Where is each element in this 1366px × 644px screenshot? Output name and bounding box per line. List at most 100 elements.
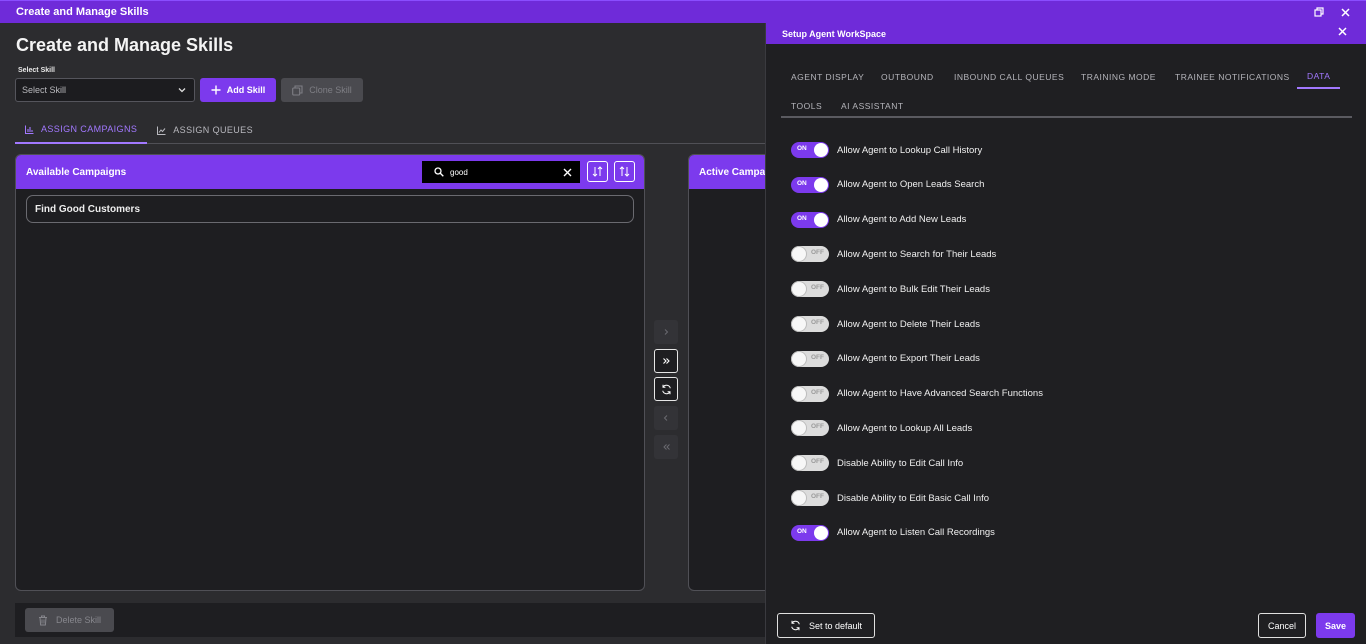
toggle-switch[interactable]: OFF [791,246,829,263]
window-titlebar: Create and Manage Skills [0,0,1366,23]
tab-label: ASSIGN CAMPAIGNS [41,124,138,134]
toggle-label: Allow Agent to Listen Call Recordings [837,527,995,539]
refresh-button[interactable] [654,377,678,401]
toggle-state-text: OFF [811,284,824,292]
cancel-button[interactable]: Cancel [1258,613,1306,638]
toggle-label: Allow Agent to Lookup All Leads [837,422,973,434]
delete-skill-label: Delete Skill [55,615,102,625]
refresh-icon [790,620,801,631]
add-skill-button[interactable]: Add Skill [200,78,276,102]
toggle-switch[interactable]: OFF [791,281,829,298]
move-right-button[interactable] [654,320,678,344]
toggle-switch[interactable]: ON [791,176,829,193]
toggle-row[interactable]: ON Allow Agent to Open Leads Search [791,176,985,193]
toggle-row[interactable]: OFF Allow Agent to Export Their Leads [791,350,980,367]
toggle-row[interactable]: ON Allow Agent to Listen Call Recordings [791,524,995,541]
select-skill-label: Select Skill [18,67,55,74]
toggle-row[interactable]: ON Allow Agent to Add New Leads [791,211,966,228]
panel-title: Available Campaigns [26,166,127,178]
search-value: good [450,167,468,177]
restore-icon[interactable] [1312,5,1326,19]
toggle-switch[interactable]: ON [791,211,829,228]
window-title: Create and Manage Skills [16,6,149,18]
toggle-switch[interactable]: OFF [791,316,829,332]
dialog-close-icon[interactable] [1338,27,1350,39]
set-to-default-label: Set to default [808,620,863,631]
save-button[interactable]: Save [1316,613,1355,638]
toggle-row[interactable]: OFF Disable Ability to Edit Call Info [791,455,964,472]
plus-icon [211,85,221,95]
setup-agent-workspace-dialog: Setup Agent WorkSpace AGENT DISPLAY OUTB… [765,23,1366,644]
toggle-state-text: OFF [811,249,824,257]
toggle-state-text: OFF [811,319,824,326]
toggle-row[interactable]: ON Allow Agent to Lookup Call History [791,142,982,158]
toggle-knob [814,212,828,227]
set-to-default-button[interactable]: Set to default [777,613,875,638]
clone-skill-button[interactable]: Clone Skill [281,78,363,102]
bar-chart-icon [25,125,34,134]
toggle-knob [792,282,806,297]
tab-agent-display[interactable]: AGENT DISPLAY [791,65,864,89]
move-all-right-button[interactable] [654,349,678,373]
toggle-switch[interactable]: OFF [791,420,829,437]
toggle-switch[interactable]: ON [791,142,829,158]
select-skill-dropdown[interactable]: Select Skill [15,78,195,102]
toggle-switch[interactable]: OFF [791,385,829,402]
tab-data[interactable]: DATA [1297,65,1341,89]
toggle-state-text: ON [797,214,807,222]
line-chart-icon [157,126,166,135]
dialog-tabs: AGENT DISPLAY OUTBOUND INBOUND CALL QUEU… [781,62,1352,118]
toggle-row[interactable]: OFF Allow Agent to Lookup All Leads [791,420,973,437]
tab-assign-queues[interactable]: ASSIGN QUEUES [147,116,263,144]
tab-outbound[interactable]: OUTBOUND [881,65,934,89]
toggle-knob [814,143,828,157]
page-title: Create and Manage Skills [16,35,234,55]
toggle-row[interactable]: OFF Allow Agent to Search for Their Leads [791,246,996,263]
sort-ascending-button[interactable] [587,161,608,182]
delete-skill-button[interactable]: Delete Skill [25,608,114,632]
panel-header: Active Campaigns [689,155,777,189]
toggle-knob [792,247,806,262]
toggle-switch[interactable]: OFF [791,490,829,506]
toggle-row[interactable]: OFF Disable Ability to Edit Basic Call In… [791,490,989,506]
toggle-row[interactable]: OFF Allow Agent to Bulk Edit Their Leads [791,281,990,298]
toggle-knob [814,177,828,192]
toggle-label: Disable Ability to Edit Basic Call Info [837,492,990,504]
skill-tabs: ASSIGN CAMPAIGNS ASSIGN QUEUES [15,116,765,144]
toggle-row[interactable]: OFF Allow Agent to Delete Their Leads [791,316,980,332]
move-left-button[interactable] [654,406,678,430]
tab-training-mode[interactable]: TRAINING MODE [1081,65,1156,89]
toggle-state-text: ON [797,179,807,187]
move-all-left-button[interactable] [654,435,678,459]
toggle-knob [792,317,806,331]
close-icon[interactable] [1338,5,1352,19]
toggle-switch[interactable]: OFF [791,455,829,472]
toggle-label: Allow Agent to Export Their Leads [837,353,980,365]
toggle-switch[interactable]: ON [791,524,829,541]
tab-inbound-call-queues[interactable]: INBOUND CALL QUEUES [954,65,1064,89]
sort-desc-icon [619,166,630,177]
chevron-down-icon [178,87,186,93]
tab-tools[interactable]: TOOLS [791,94,822,118]
tab-trainee-notifications[interactable]: TRAINEE NOTIFICATIONS [1175,65,1290,89]
toggle-knob [792,491,806,505]
dialog-titlebar: Setup Agent WorkSpace [766,23,1366,44]
toggle-knob [792,351,806,366]
refresh-icon [661,384,672,395]
tab-label: ASSIGN QUEUES [173,125,253,135]
campaign-name: Find Good Customers [35,203,140,215]
toggle-label: Disable Ability to Edit Call Info [837,457,964,469]
toggle-label: Allow Agent to Open Leads Search [837,179,985,191]
toggle-knob [814,525,828,540]
select-skill-value: Select Skill [22,85,67,95]
campaign-search-input[interactable]: good [422,161,580,183]
toggle-knob [792,386,806,401]
clear-search-icon[interactable] [563,168,572,177]
tab-assign-campaigns[interactable]: ASSIGN CAMPAIGNS [15,116,148,144]
sort-descending-button[interactable] [614,161,635,182]
campaign-list-item[interactable]: Find Good Customers [26,195,634,223]
toggle-row[interactable]: OFF Allow Agent to Have Advanced Search F… [791,385,1043,402]
tab-ai-assistant[interactable]: AI ASSISTANT [841,94,904,118]
toggle-label: Allow Agent to Have Advanced Search Func… [837,388,1043,400]
toggle-switch[interactable]: OFF [791,350,829,367]
